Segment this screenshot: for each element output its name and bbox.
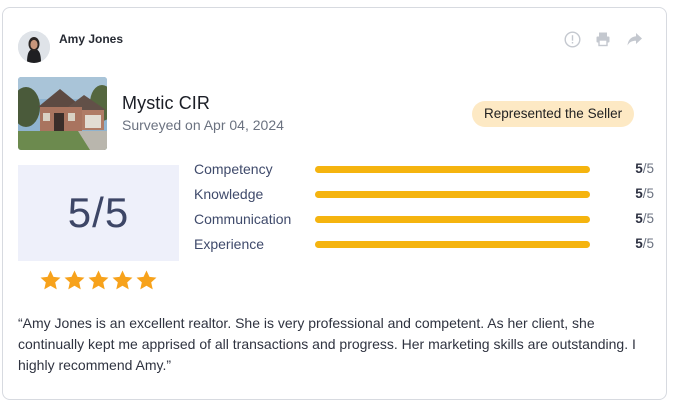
survey-date: Surveyed on Apr 04, 2024 xyxy=(122,117,284,133)
star-icon xyxy=(88,270,109,290)
share-icon[interactable] xyxy=(624,29,644,49)
rating-row: Communication 5/5 xyxy=(194,209,659,229)
rating-bar-fill xyxy=(315,191,590,198)
reviewer-name: Amy Jones xyxy=(59,32,124,46)
rating-row: Experience 5/5 xyxy=(194,234,659,254)
info-icon[interactable] xyxy=(562,29,582,49)
star-rating xyxy=(39,269,158,292)
rating-label: Knowledge xyxy=(194,186,264,202)
star-icon xyxy=(136,270,157,290)
rating-label: Experience xyxy=(194,236,265,252)
star-icon xyxy=(40,270,61,290)
property-title: Mystic CIR xyxy=(122,93,210,113)
rating-bar xyxy=(315,216,590,223)
review-card: Amy Jones Mystic CIR Surveyed on Apr 04,… xyxy=(2,7,667,400)
rating-bar-fill xyxy=(315,166,590,173)
rating-score: 5 xyxy=(635,211,643,226)
rating-max: /5 xyxy=(642,211,654,226)
rating-bar xyxy=(315,166,590,173)
representation-badge: Represented the Seller xyxy=(472,101,635,127)
print-icon[interactable] xyxy=(593,29,613,49)
rating-label: Communication xyxy=(194,211,292,227)
rating-row: Knowledge 5/5 xyxy=(194,184,659,204)
rating-max: /5 xyxy=(642,161,654,176)
rating-max: /5 xyxy=(642,186,654,201)
rating-bar-fill xyxy=(315,216,590,223)
rating-row: Competency 5/5 xyxy=(194,159,659,179)
avatar xyxy=(18,31,50,63)
star-icon xyxy=(64,270,85,290)
property-photo xyxy=(18,77,107,150)
rating-score: 5 xyxy=(635,186,643,201)
rating-bar-fill xyxy=(315,241,590,248)
overall-score: 5/5 xyxy=(67,189,130,236)
rating-value: 5/5 xyxy=(635,211,654,226)
rating-bar xyxy=(315,241,590,248)
rating-label: Competency xyxy=(194,161,273,177)
rating-bar xyxy=(315,191,590,198)
rating-value: 5/5 xyxy=(635,236,654,251)
review-text: “Amy Jones is an excellent realtor. She … xyxy=(18,315,636,373)
rating-score: 5 xyxy=(635,161,643,176)
rating-value: 5/5 xyxy=(635,161,654,176)
overall-score-box: 5/5 xyxy=(18,165,179,261)
rating-value: 5/5 xyxy=(635,186,654,201)
rating-max: /5 xyxy=(642,236,654,251)
action-icons xyxy=(562,29,644,49)
star-icon xyxy=(112,270,133,290)
rating-score: 5 xyxy=(635,236,643,251)
